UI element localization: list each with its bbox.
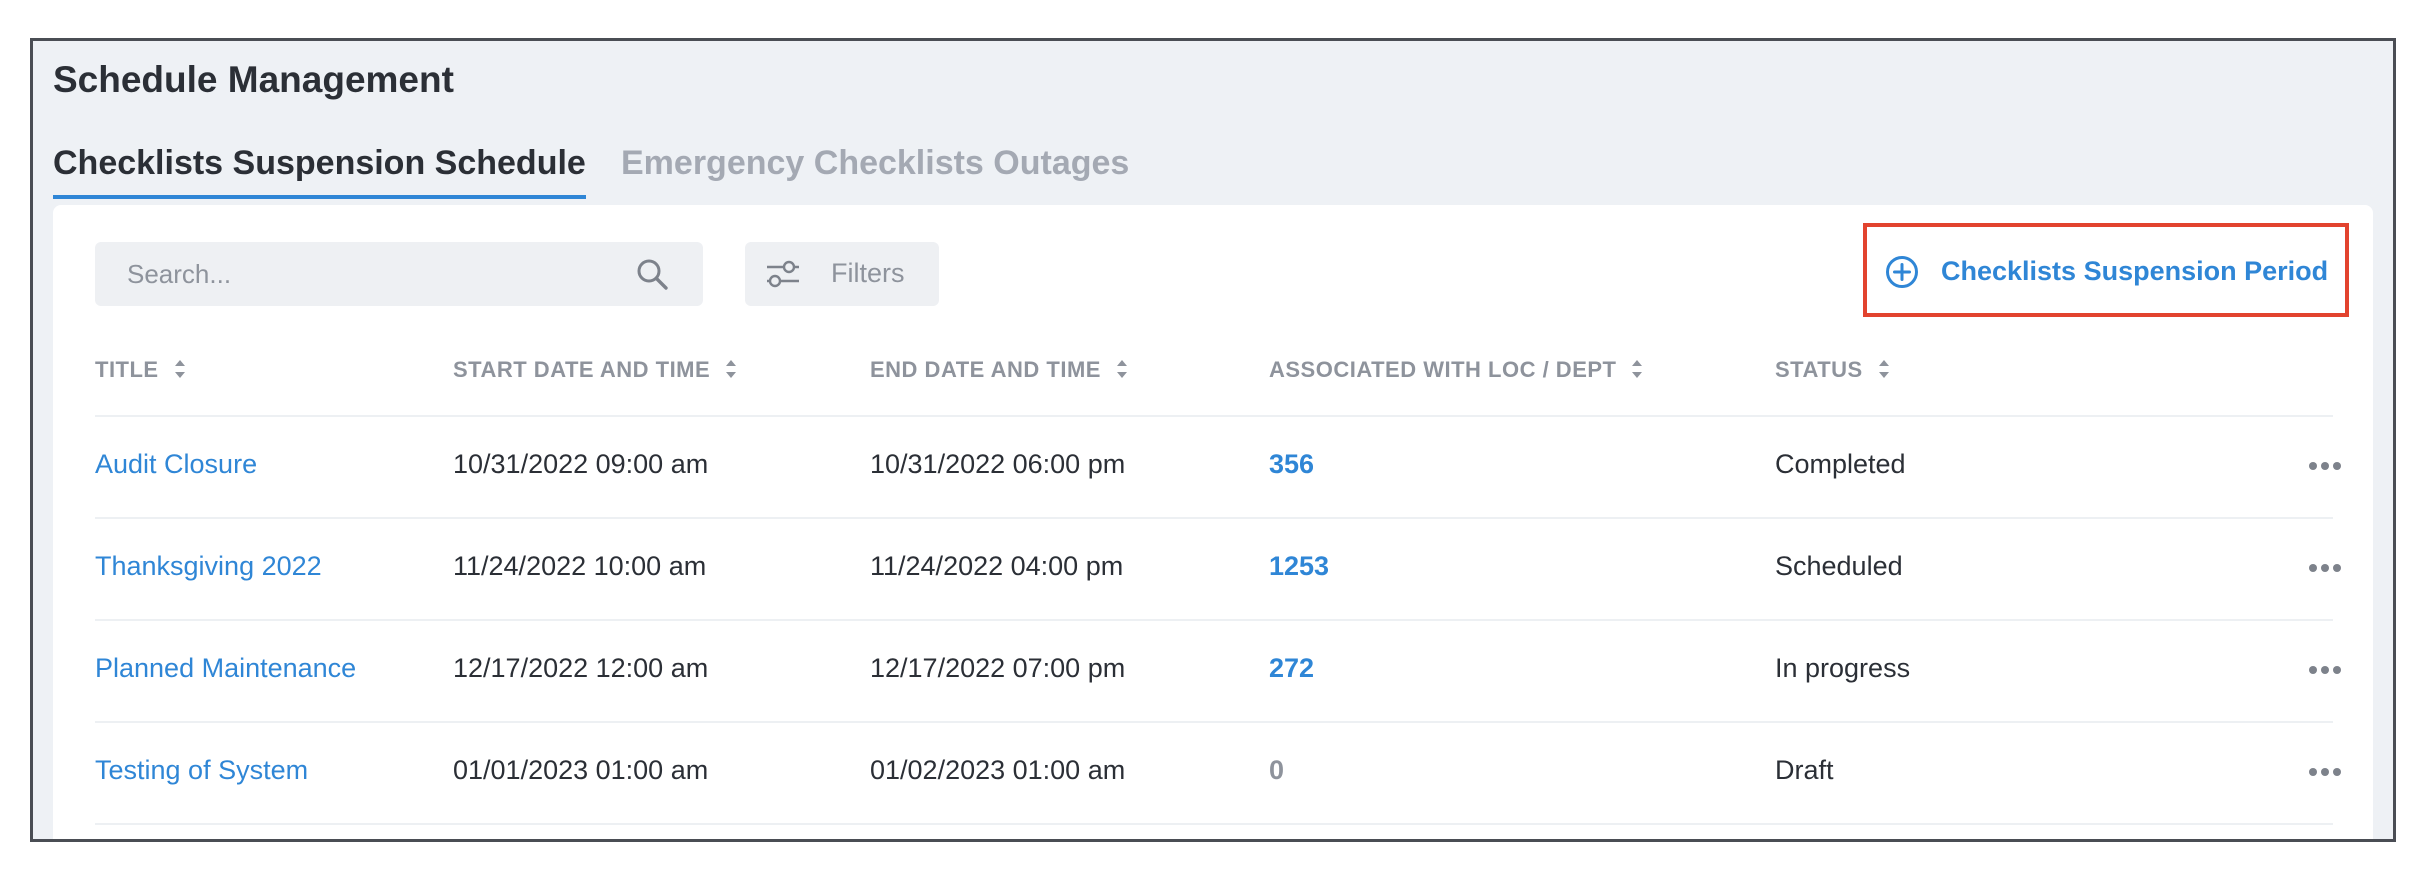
column-header-start-date[interactable]: START DATE AND TIME: [453, 357, 738, 383]
row-associated-count-link[interactable]: 272: [1269, 653, 1314, 684]
sort-icon: [726, 360, 737, 379]
table-row: Audit Closure 10/31/2022 09:00 am 10/31/…: [95, 415, 2341, 519]
more-options-icon[interactable]: [2307, 655, 2343, 685]
sliders-icon: [767, 260, 799, 288]
column-header-title[interactable]: TITLE: [95, 357, 187, 383]
row-title-link[interactable]: Testing of System: [95, 755, 308, 786]
sort-icon: [1116, 360, 1127, 379]
more-options-icon[interactable]: [2307, 553, 2343, 583]
tab-checklists-suspension-schedule[interactable]: Checklists Suspension Schedule: [53, 144, 586, 199]
row-title-link[interactable]: Audit Closure: [95, 449, 257, 480]
row-start-date: 11/24/2022 10:00 am: [453, 551, 707, 581]
column-header-associated[interactable]: ASSOCIATED WITH LOC / DEPT: [1269, 357, 1644, 383]
filters-button[interactable]: Filters: [745, 242, 939, 306]
column-header-status[interactable]: STATUS: [1775, 357, 1891, 383]
row-status: In progress: [1775, 653, 1911, 683]
row-end-date: 11/24/2022 04:00 pm: [870, 551, 1124, 581]
sort-icon: [1632, 360, 1643, 379]
schedule-management-panel: Schedule Management Checklists Suspensio…: [30, 38, 2396, 842]
plus-circle-icon: [1886, 256, 1918, 288]
search-box: [95, 242, 703, 306]
table-header: TITLE START DATE AND TIME END DATE AND T…: [95, 345, 2333, 417]
row-status: Scheduled: [1775, 551, 1903, 581]
row-start-date: 01/01/2023 01:00 am: [453, 755, 709, 785]
page-title: Schedule Management: [53, 59, 454, 100]
table-row: Thanksgiving 2022 11/24/2022 10:00 am 11…: [95, 517, 2341, 621]
add-checklists-suspension-period-button[interactable]: Checklists Suspension Period: [1863, 223, 2349, 317]
row-associated-count-link[interactable]: 356: [1269, 449, 1314, 480]
table-row: Planned Maintenance 12/17/2022 12:00 am …: [95, 619, 2341, 723]
sort-icon: [1878, 360, 1889, 379]
sort-icon: [174, 360, 185, 379]
row-title-link[interactable]: Thanksgiving 2022: [95, 551, 322, 582]
row-end-date: 10/31/2022 06:00 pm: [870, 449, 1126, 479]
column-header-end-date[interactable]: END DATE AND TIME: [870, 357, 1129, 383]
table-row: Testing of System 01/01/2023 01:00 am 01…: [95, 721, 2341, 825]
more-options-icon[interactable]: [2307, 757, 2343, 787]
search-icon[interactable]: [635, 257, 669, 291]
row-status: Draft: [1775, 755, 1834, 785]
schedule-table-card: Filters Checklists Suspension Period TIT…: [53, 205, 2373, 839]
row-associated-count-link[interactable]: 1253: [1269, 551, 1329, 582]
row-start-date: 12/17/2022 12:00 am: [453, 653, 709, 683]
filters-label: Filters: [831, 258, 905, 288]
more-options-icon[interactable]: [2307, 451, 2343, 481]
row-status: Completed: [1775, 449, 1906, 479]
add-period-label: Checklists Suspension Period: [1941, 256, 2329, 286]
row-title-link[interactable]: Planned Maintenance: [95, 653, 356, 684]
tab-emergency-checklists-outages[interactable]: Emergency Checklists Outages: [621, 144, 1129, 183]
row-end-date: 01/02/2023 01:00 am: [870, 755, 1126, 785]
row-associated-count-link[interactable]: 0: [1269, 755, 1284, 786]
row-start-date: 10/31/2022 09:00 am: [453, 449, 709, 479]
row-end-date: 12/17/2022 07:00 pm: [870, 653, 1126, 683]
search-input[interactable]: [95, 242, 615, 306]
